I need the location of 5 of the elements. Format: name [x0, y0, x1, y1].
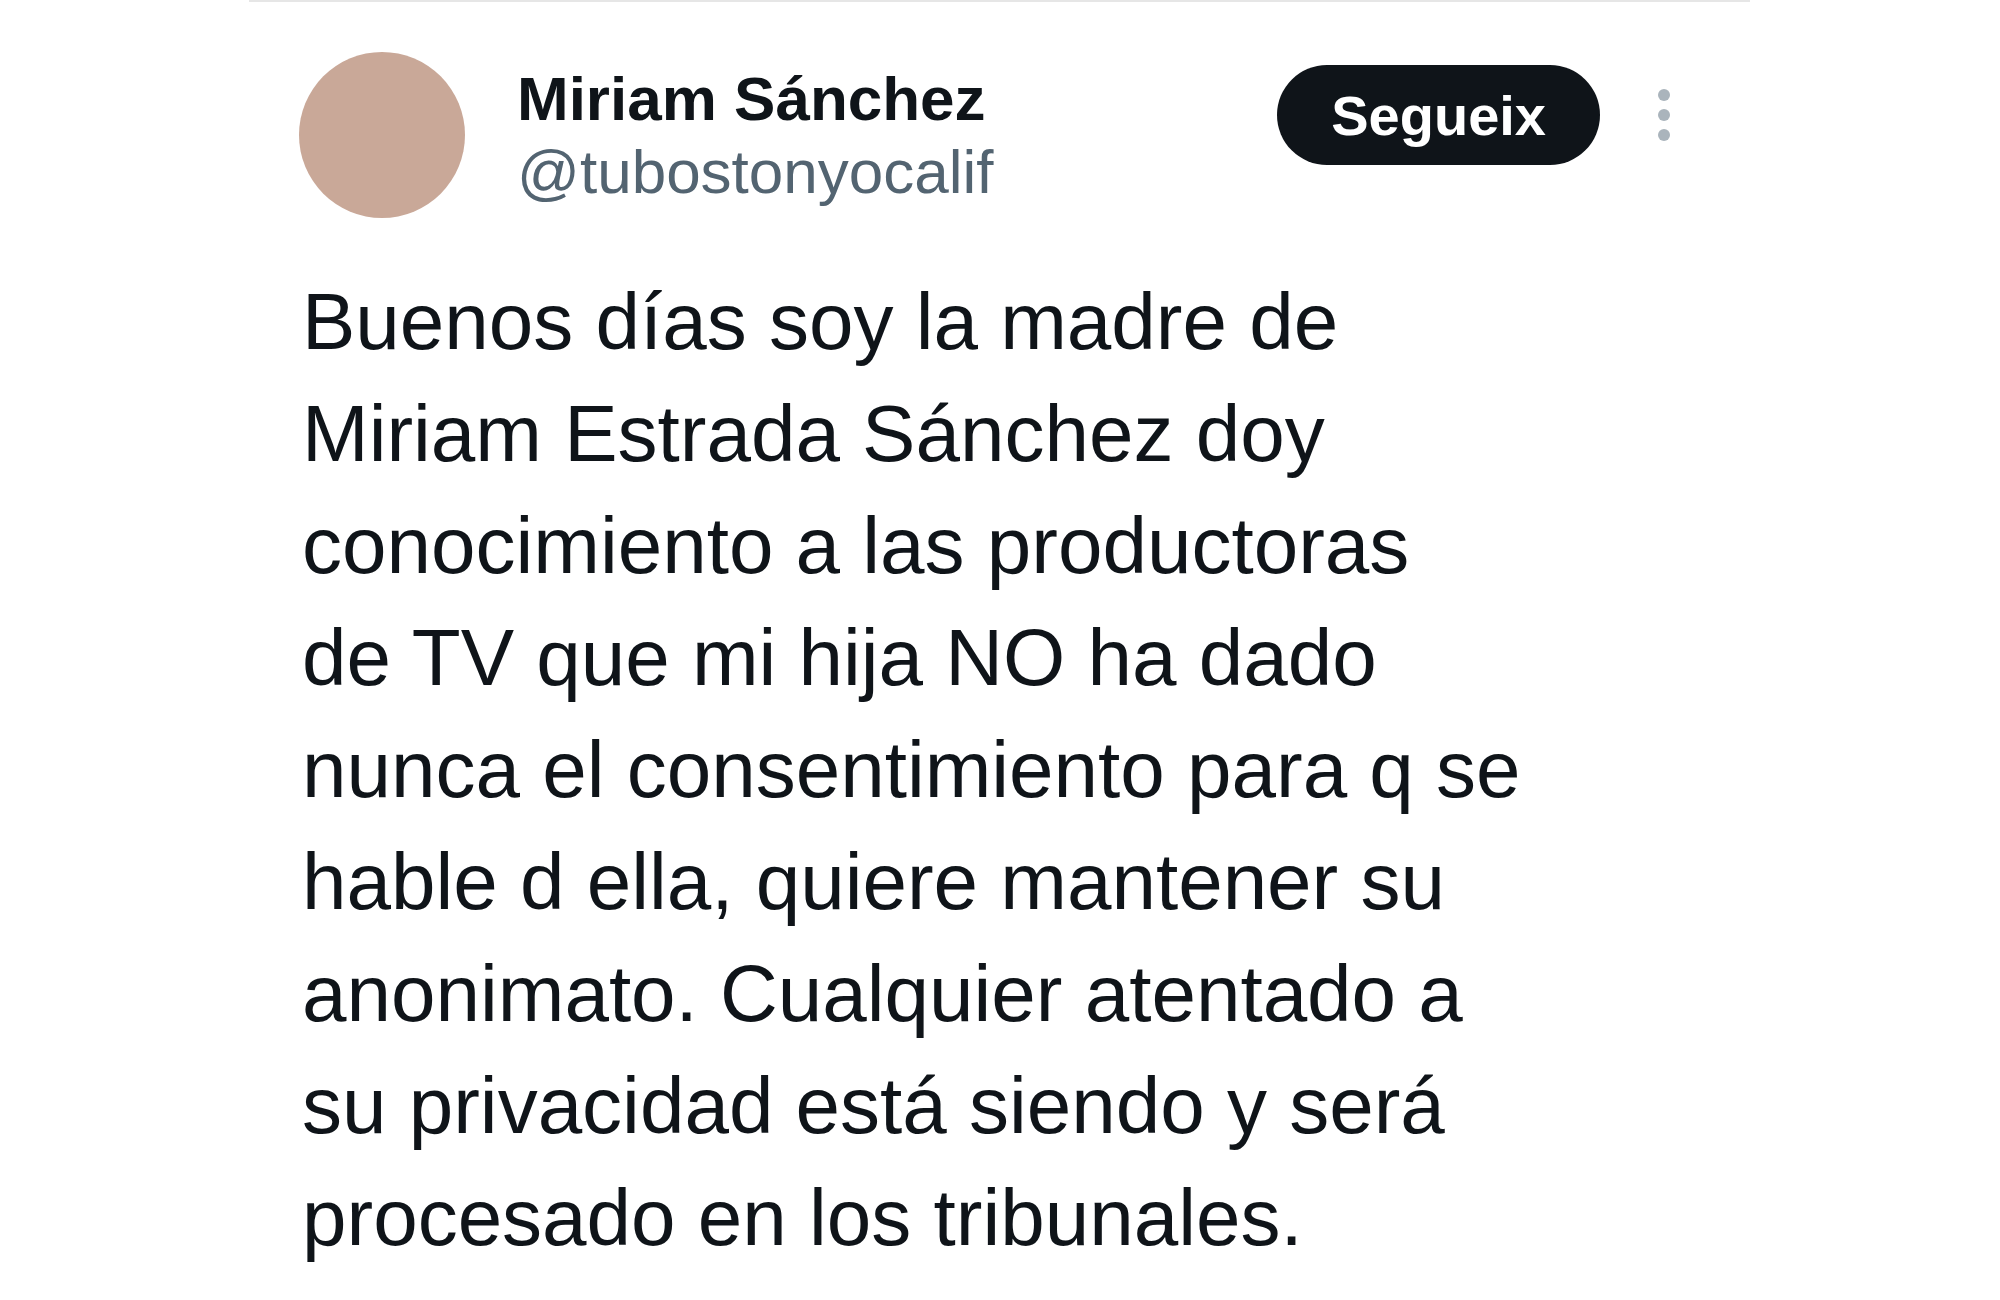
follow-button[interactable]: Segueix	[1277, 65, 1600, 165]
author-name[interactable]: Miriam Sánchez	[517, 62, 994, 134]
author-handle[interactable]: @tubostonyocalif	[517, 136, 994, 208]
post-text: Buenos días soy la madre de Miriam Estrada Sánchez doy conocimiento a las productoras de TV que mi hija NO ha dado nunca el consentimiento para q se hable d ella, quiere mantener su anonimato. Cualquier atentado a su privacidad está siendo y será procesado en los tribunales.	[302, 276, 1522, 1264]
more-options-icon[interactable]	[1656, 87, 1672, 143]
